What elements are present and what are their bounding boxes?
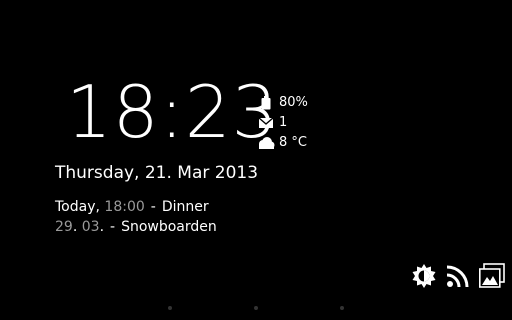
page-dot	[340, 306, 344, 310]
mail-icon	[257, 115, 275, 131]
mail-status: 1	[257, 113, 308, 133]
gallery-icon[interactable]	[478, 262, 506, 290]
event-day: 29	[55, 219, 73, 235]
event-item[interactable]: Today, 18:00- Dinner	[55, 197, 217, 217]
daydream-clock-screen: 18:23 80% 1 8 °C Thursday, 21. Mar 2013 …	[0, 0, 512, 320]
status-list: 80% 1 8 °C	[257, 93, 308, 153]
event-day-dot: .	[72, 219, 78, 235]
event-day: Today,	[55, 199, 100, 215]
battery-icon	[257, 95, 275, 111]
event-title: Dinner	[161, 199, 209, 215]
mail-count: 1	[279, 115, 288, 130]
event-separator: -	[110, 219, 116, 235]
brightness-icon[interactable]	[410, 262, 438, 290]
clock-time: 18:23	[66, 70, 279, 154]
event-time: 18:00	[104, 199, 145, 215]
event-separator: -	[150, 199, 156, 215]
event-list: Today, 18:00- Dinner 29. 03. - Snowboarden	[55, 197, 217, 237]
weather-status: 8 °C	[257, 133, 308, 153]
page-dot	[168, 306, 172, 310]
date-text: Thursday, 21. Mar 2013	[55, 163, 259, 183]
event-title: Snowboarden	[121, 219, 217, 235]
battery-status: 80%	[257, 93, 308, 113]
page-dot	[254, 306, 258, 310]
page-indicator	[0, 306, 512, 312]
rss-feed-icon[interactable]	[444, 262, 472, 290]
action-bar	[410, 262, 506, 290]
event-month: 03	[81, 219, 100, 235]
temperature: 8 °C	[279, 135, 307, 150]
battery-level: 80%	[279, 95, 308, 110]
cloud-icon	[257, 135, 275, 151]
event-item[interactable]: 29. 03. - Snowboarden	[55, 217, 217, 237]
